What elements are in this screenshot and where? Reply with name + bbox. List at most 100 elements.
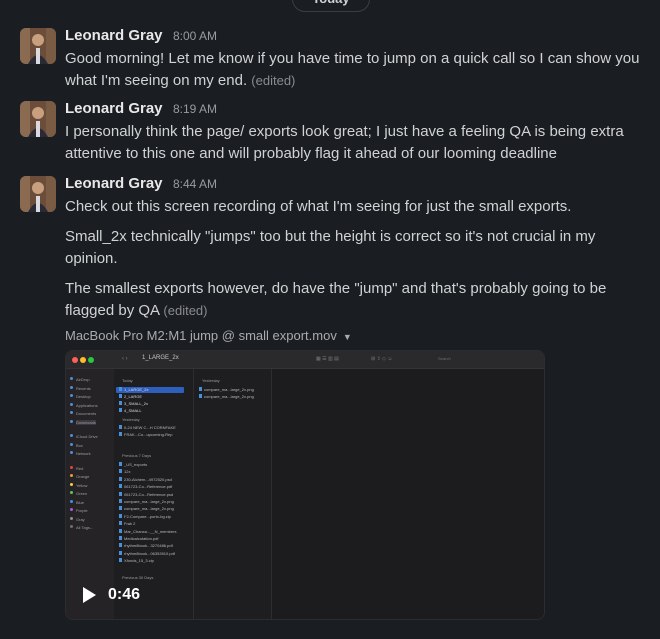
folder-icon [70, 442, 73, 446]
minimize-dot-icon [80, 357, 86, 363]
finder-file-item: Medicalcotation.pdf [119, 536, 158, 541]
finder-sidebar-item: Orange [70, 474, 89, 479]
col2-header: Yesterday [202, 378, 220, 383]
finder-sidebar-item: Purple [70, 508, 88, 513]
folder-icon [70, 434, 73, 437]
folder-icon [70, 394, 73, 397]
tag-dot-icon [70, 499, 73, 503]
folder-icon [70, 402, 73, 406]
col1-section-header: Previous 7 Days [122, 453, 152, 458]
message-timestamp[interactable]: 8:44 AM [173, 177, 217, 191]
edited-label: (edited) [251, 73, 296, 88]
tag-dot-icon [70, 525, 73, 528]
back-icon: ‹ › [122, 356, 128, 362]
finder-file-item: F2-Compare...porto-bg.zip [119, 513, 171, 519]
finder-sidebar-item: Network [70, 451, 91, 456]
finder-file-item: Frak 2 [119, 521, 135, 526]
finder-file-item: 12x [119, 469, 130, 474]
folder-icon [70, 411, 73, 414]
finder-file-item: rhythm8book...06353910.pdf [119, 550, 175, 556]
finder-file-item: FRAK...Co...upcoming-Rep [119, 432, 172, 437]
attachment-filename[interactable]: MacBook Pro M2:M1 jump @ small export.mo… [65, 328, 337, 343]
folder-icon [70, 451, 73, 454]
finder-file-item: compare_ma...large_2x.png [199, 387, 254, 392]
tag-dot-icon [70, 474, 73, 477]
finder-file-item: 2_LARGE [119, 394, 142, 399]
folder-icon [70, 385, 73, 389]
video-controls[interactable]: 0:46 [78, 577, 140, 613]
message-paragraph: Check out this screen recording of what … [65, 198, 572, 215]
file-icon [119, 521, 122, 526]
finder-sidebar-item: Green [70, 491, 87, 496]
avatar[interactable] [20, 101, 56, 137]
attachment-title[interactable]: MacBook Pro M2:M1 jump @ small export.mo… [65, 326, 640, 346]
file-icon [119, 528, 122, 533]
file-icon [119, 513, 122, 518]
finder-file-item: Xfonds_15_3.zip [119, 558, 154, 563]
finder-sidebar-item: Gray [70, 516, 85, 522]
author-name[interactable]: Leonard Gray [65, 27, 163, 44]
finder-file-item: 1_LARGE_2x [119, 387, 148, 392]
avatar[interactable] [20, 28, 56, 64]
finder-sidebar-item: iCloud Drive [70, 434, 98, 439]
avatar-image [20, 176, 56, 212]
file-icon [119, 491, 122, 496]
file-icon [119, 387, 122, 391]
file-icon [119, 469, 122, 474]
file-icon [119, 543, 122, 548]
finder-sidebar-item: Blue [70, 499, 84, 505]
tag-dot-icon [70, 508, 73, 511]
view-options-icon: ▦ ☰ ▥ ▤ [316, 356, 339, 362]
finder-file-item: Mar_Chanxa...__N_members [119, 528, 176, 534]
close-dot-icon [72, 357, 78, 363]
chevron-down-icon[interactable]: ▼ [343, 332, 352, 342]
message-timestamp[interactable]: 8:19 AM [173, 102, 217, 116]
finder-sidebar-item: Applications [70, 402, 98, 408]
finder-sidebar-item: Recents [70, 385, 91, 391]
author-name[interactable]: Leonard Gray [65, 100, 163, 117]
finder-file-item: 230-Alchem...4972520.psd [119, 476, 172, 482]
finder-file-item: rhythm8book...3270486.pdf [119, 543, 173, 548]
finder-titlebar: ‹ › 1_LARGE_2x ▦ ☰ ▥ ▤ ⊞ ⇪ ◇ ☺ Search [66, 351, 544, 369]
finder-sidebar-item: AirDrop [70, 377, 90, 382]
file-icon [119, 476, 122, 481]
folder-icon [70, 419, 73, 423]
finder-window-title: 1_LARGE_2x [142, 355, 179, 361]
finder-sidebar-item: Desktop [70, 394, 91, 399]
message-paragraph: Small_2x technically "jumps" too but the… [65, 228, 596, 267]
author-name[interactable]: Leonard Gray [65, 175, 163, 192]
col1-header: Today [122, 378, 133, 383]
finder-file-item: compare_ma...large_2x.png [119, 499, 174, 504]
file-icon [199, 387, 202, 391]
tag-dot-icon [70, 465, 73, 469]
finder-file-item: 3_SMALL_2x [119, 401, 148, 406]
file-icon [119, 401, 122, 405]
file-icon [119, 484, 122, 489]
file-icon [119, 425, 122, 429]
finder-sidebar-item: Downloads [70, 419, 96, 425]
finder-column-2: Yesterday compare_ma...large_2x.png compa… [194, 369, 272, 619]
col1-section-header: Yesterday [122, 417, 140, 422]
finder-sidebar-item: Yellow [70, 482, 87, 488]
message-text: I personally think the page/ exports loo… [65, 123, 624, 162]
file-icon [119, 408, 122, 412]
finder-file-item: 061723-Co...Reference.psd [119, 491, 173, 497]
file-icon [119, 394, 122, 398]
zoom-dot-icon [88, 357, 94, 363]
message-timestamp[interactable]: 8:00 AM [173, 29, 217, 43]
folder-icon [70, 377, 73, 380]
file-icon [119, 432, 122, 436]
finder-file-item: compare_ma...large_2x.png [119, 506, 174, 511]
file-icon [199, 394, 202, 398]
video-attachment[interactable]: ‹ › 1_LARGE_2x ▦ ☰ ▥ ▤ ⊞ ⇪ ◇ ☺ Search 1_… [65, 350, 545, 620]
avatar[interactable] [20, 176, 56, 212]
file-icon [119, 558, 122, 563]
finder-file-item: 061723-Co...Reference.pdf [119, 484, 172, 489]
tag-dot-icon [70, 482, 73, 486]
edited-label: (edited) [163, 303, 208, 318]
toolbar-actions-icon: ⊞ ⇪ ◇ ☺ [371, 356, 393, 362]
finder-file-item: 0-24 NEW C...H CORNFAKE [119, 425, 176, 430]
date-divider-pill[interactable]: Today [292, 0, 370, 12]
file-icon [119, 536, 122, 540]
play-icon[interactable] [78, 585, 98, 605]
